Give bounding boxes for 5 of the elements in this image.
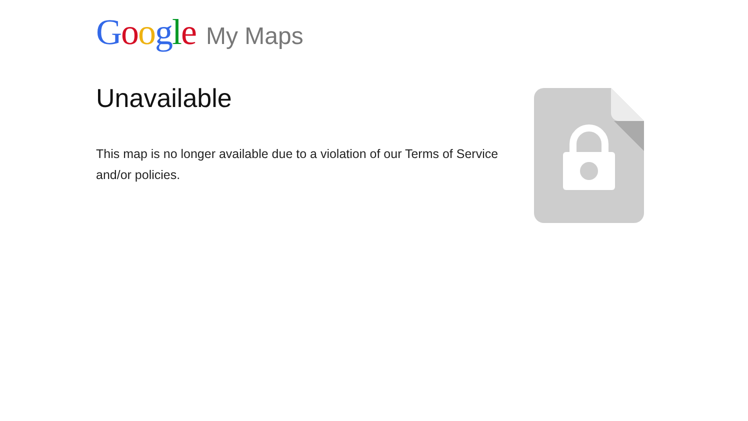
logo: Google bbox=[96, 12, 196, 52]
page-heading: Unavailable bbox=[96, 82, 233, 114]
product-name: My Maps bbox=[206, 23, 304, 51]
message-text: This map is no longer available due to a violation of our Terms of Service and/or policies. bbox=[96, 146, 500, 184]
locked-document-icon bbox=[534, 88, 644, 223]
